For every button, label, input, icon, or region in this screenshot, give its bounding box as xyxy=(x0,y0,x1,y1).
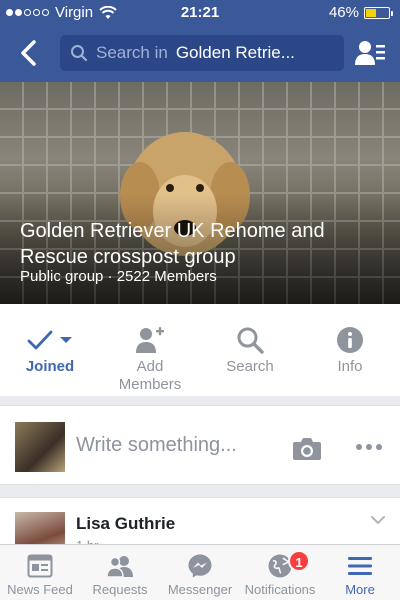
dot xyxy=(356,444,362,450)
tab-more[interactable]: More xyxy=(320,545,400,600)
info-icon-wrap xyxy=(336,322,364,358)
joined-label: Joined xyxy=(25,358,75,375)
group-cover-photo[interactable]: Golden Retriever UK Rehome and Rescue cr… xyxy=(0,82,400,304)
search-button[interactable]: Search xyxy=(200,304,300,396)
messenger-icon xyxy=(188,554,212,578)
news-feed-icon xyxy=(27,554,53,578)
camera-icon[interactable] xyxy=(292,436,322,462)
group-title: Golden Retriever UK Rehome and Rescue cr… xyxy=(20,220,325,268)
caret-down-icon xyxy=(60,337,72,343)
info-label: Info xyxy=(337,358,363,375)
top-bar: Virgin 21:21 46% Search in Golden Retrie… xyxy=(0,0,400,82)
joined-icon-wrap xyxy=(27,322,73,358)
composer-placeholder[interactable]: Write something... xyxy=(76,434,237,457)
tab-notifications[interactable]: 1 Notifications xyxy=(240,545,320,600)
group-meta: Public group · 2522 Members xyxy=(20,268,217,285)
more-options-icon[interactable] xyxy=(356,444,382,450)
search-icon xyxy=(237,327,264,354)
tab-messenger[interactable]: Messenger xyxy=(160,545,240,600)
post-author[interactable]: Lisa Guthrie xyxy=(76,514,175,534)
add-person-icon xyxy=(136,327,164,353)
search-placeholder: Search in xyxy=(96,43,168,62)
tab-more-label: More xyxy=(345,582,375,597)
tab-requests-label: Requests xyxy=(92,582,148,597)
post-composer[interactable]: Write something... xyxy=(0,405,400,485)
joined-button[interactable]: Joined xyxy=(0,304,100,396)
add-members-button[interactable]: Add Members xyxy=(100,304,200,396)
bottom-tab-bar: News Feed Requests Messenger 1 Notificat… xyxy=(0,544,400,600)
tab-messenger-label: Messenger xyxy=(167,582,233,597)
member-list-icon[interactable] xyxy=(354,38,386,68)
battery-percent: 46% xyxy=(328,4,359,21)
battery-fill xyxy=(366,8,377,17)
search-icon-wrap xyxy=(236,322,264,358)
search-group-name: Golden Retrie... xyxy=(175,43,295,62)
menu-icon xyxy=(348,557,372,575)
tab-news-feed-label: News Feed xyxy=(7,582,73,597)
info-icon xyxy=(337,327,363,353)
more-icon-wrap xyxy=(347,553,373,579)
requests-icon-wrap xyxy=(105,553,135,579)
notification-badge: 1 xyxy=(288,550,310,572)
dot xyxy=(376,444,382,450)
chevron-down-icon[interactable] xyxy=(370,514,386,526)
my-avatar xyxy=(15,422,65,472)
info-button[interactable]: Info xyxy=(300,304,400,396)
add-members-icon-wrap xyxy=(135,322,165,358)
back-icon[interactable] xyxy=(14,36,44,70)
tab-news-feed[interactable]: News Feed xyxy=(0,545,80,600)
tab-notifications-label: Notifications xyxy=(244,582,316,597)
search-label: Search xyxy=(226,358,274,375)
status-right: 46% xyxy=(328,4,393,21)
nav-bar: Search in Golden Retrie... xyxy=(0,26,400,82)
checkmark-icon xyxy=(27,330,53,350)
status-bar: Virgin 21:21 46% xyxy=(0,0,400,26)
friends-icon xyxy=(106,556,133,578)
add-members-label: Add Members xyxy=(118,358,182,393)
messenger-icon-wrap xyxy=(187,553,213,579)
group-search-input[interactable]: Search in Golden Retrie... xyxy=(60,35,344,71)
tab-requests[interactable]: Requests xyxy=(80,545,160,600)
news-feed-icon-wrap xyxy=(27,553,53,579)
dot xyxy=(366,444,372,450)
battery-icon xyxy=(364,6,393,19)
group-actions: Joined Add Members Search Info xyxy=(0,304,400,396)
search-icon xyxy=(71,45,88,62)
